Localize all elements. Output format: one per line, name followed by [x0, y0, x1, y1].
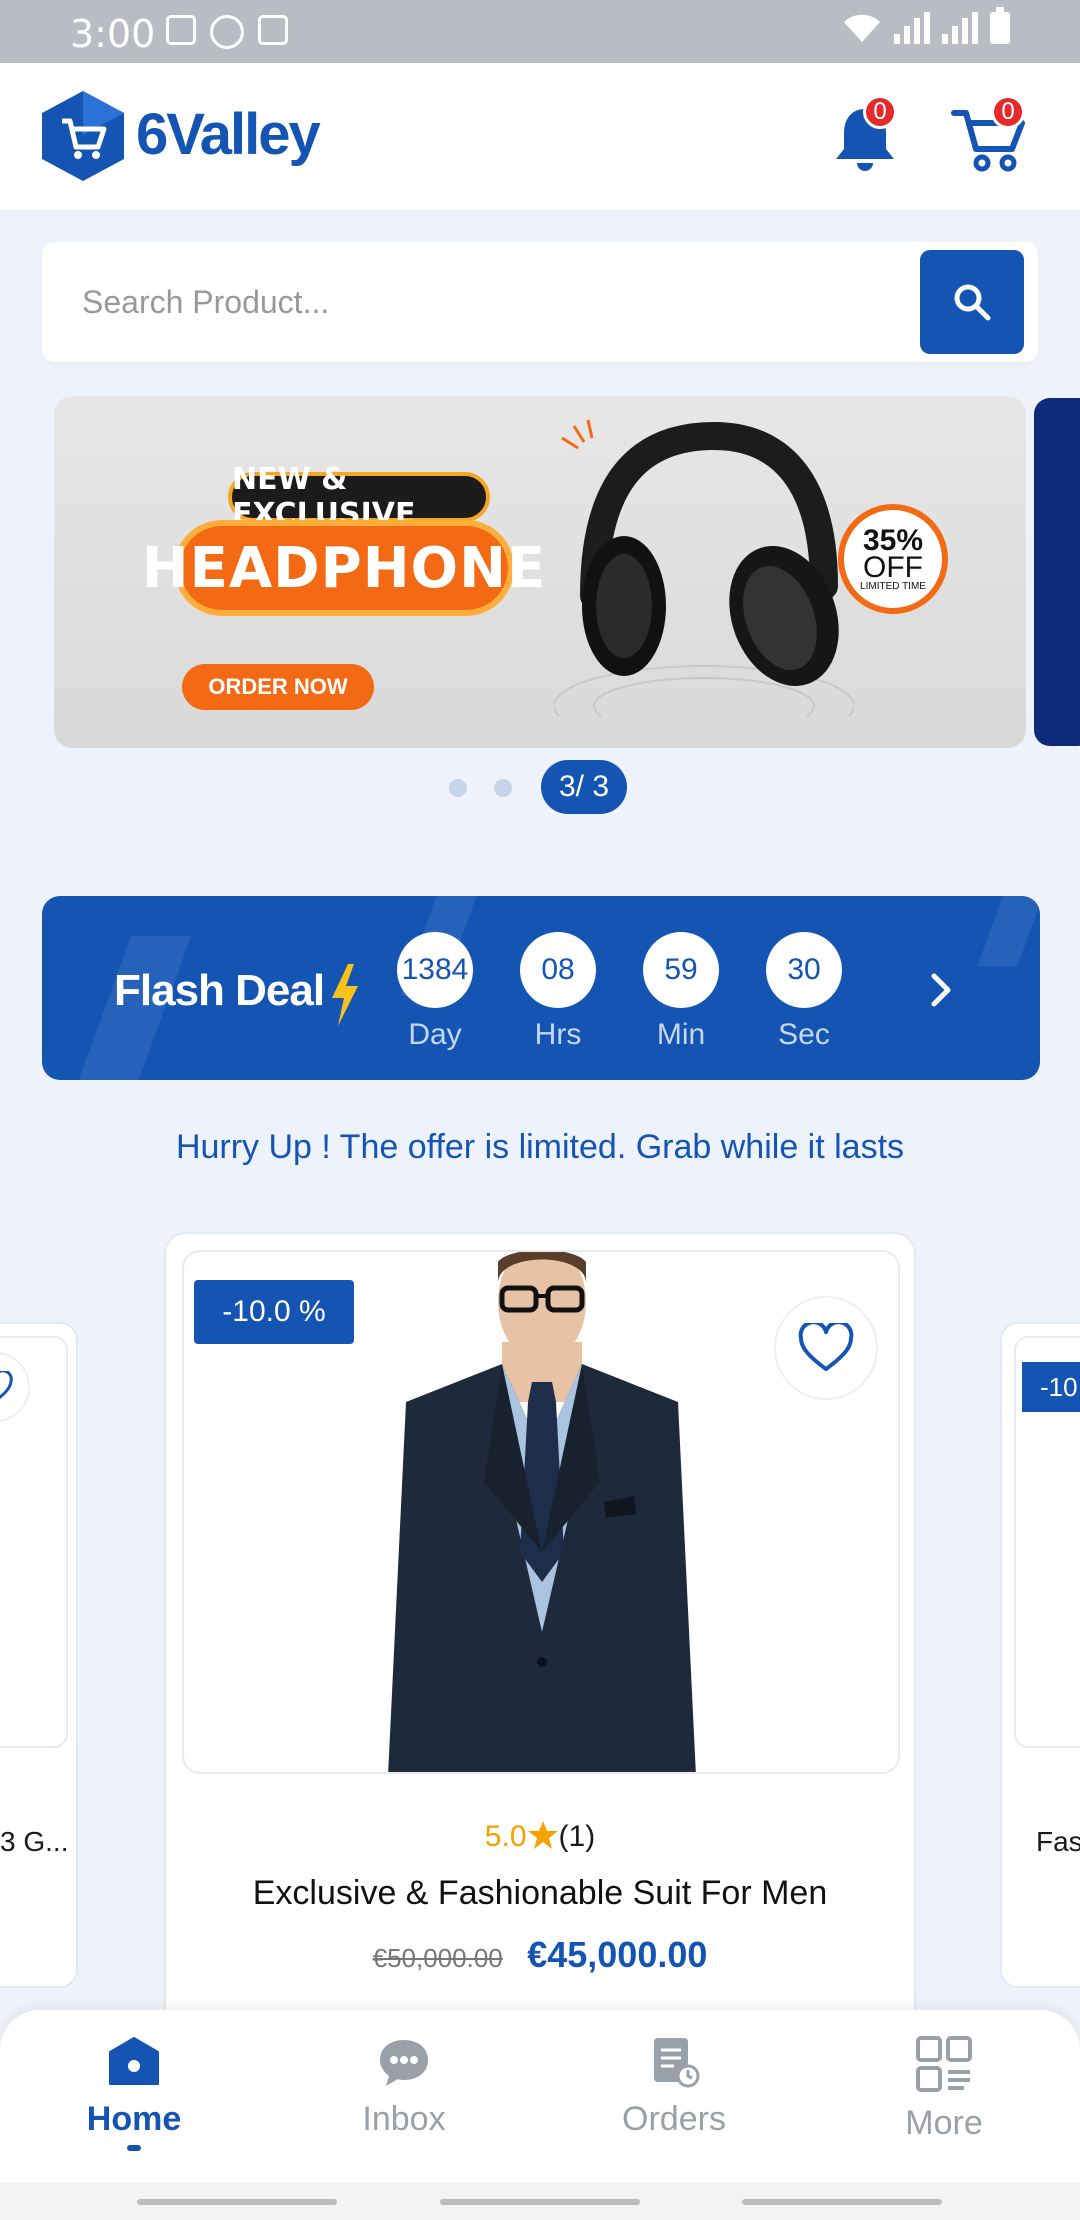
heart-icon [0, 1371, 13, 1400]
carousel-page-indicator: 3/ 3 [541, 760, 627, 814]
status-time: 3:00 [70, 12, 156, 56]
promo-banner[interactable]: NEW & EXCLUSIVE HEADPHONE ORDER NOW 35% … [54, 396, 1026, 748]
carousel-indicator: 3/ 3 [0, 760, 1080, 816]
product-image-frame: -10.0 % [182, 1250, 900, 1774]
timer-seconds: 30 Sec [766, 932, 842, 1052]
product-card-next[interactable]: -10 Fas [1000, 1322, 1080, 1988]
signal-icon [894, 12, 930, 44]
discount-badge: -10.0 % [194, 1280, 354, 1344]
product-rating: 5.0 (1) [166, 1820, 914, 1854]
notification-badge: 0 [863, 95, 897, 129]
banner-tag: NEW & EXCLUSIVE [228, 462, 490, 532]
flash-deal-banner[interactable]: Flash Deal 1384 Day 08 Hrs 59 Min 30 Sec [42, 896, 1040, 1080]
flash-deal-subtitle: Hurry Up ! The offer is limited. Grab wh… [175, 1128, 905, 1166]
home-icon [109, 2037, 159, 2085]
bottom-navigation: Home Inbox Orders More [0, 2010, 1080, 2182]
gesture-handle[interactable] [137, 2199, 337, 2205]
lightning-icon [332, 964, 358, 1026]
screenshot-icon [258, 15, 288, 45]
battery-icon [990, 7, 1010, 44]
app-header: 6Valley 0 0 [0, 63, 1080, 210]
star-icon [527, 1821, 558, 1849]
signal-icon-2 [942, 12, 978, 44]
app-notification-icon [210, 15, 244, 49]
product-price: €50,000.00 €45,000.00 [166, 1934, 914, 1976]
carousel-dot[interactable] [494, 779, 512, 797]
nav-label: Orders [622, 2100, 726, 2138]
discount-badge: -10 [1022, 1362, 1080, 1412]
search-input[interactable] [82, 272, 902, 332]
product-name: Exclusive & Fashionable Suit For Men [252, 1874, 828, 1912]
nav-label: Inbox [362, 2100, 446, 2138]
nav-more[interactable]: More [844, 2034, 1044, 2143]
active-indicator [127, 2145, 141, 2151]
nav-home[interactable]: Home [34, 2034, 234, 2151]
wifi-icon [844, 14, 880, 42]
wishlist-button[interactable] [774, 1296, 878, 1400]
grid-icon [916, 2036, 972, 2092]
original-price: €50,000.00 [372, 1943, 503, 1973]
product-name: Fas [1036, 1826, 1080, 1857]
next-banner-peek[interactable] [1034, 398, 1080, 746]
status-system-icons [842, 7, 1010, 44]
product-card[interactable]: -10.0 % 5.0 (1) Exclusive & Fashionable S… [164, 1232, 916, 2032]
sale-price: €45,000.00 [527, 1934, 708, 1975]
review-count: (1) [558, 1820, 596, 1853]
gallery-icon [166, 15, 196, 45]
timer-hours: 08 Hrs [520, 932, 596, 1052]
chat-icon [380, 2040, 428, 2086]
banner-title: HEADPHONE [142, 520, 545, 616]
cart-badge: 0 [991, 95, 1025, 129]
nav-orders[interactable]: Orders [574, 2034, 774, 2139]
rating-value: 5.0 [484, 1820, 527, 1853]
status-notification-icons [166, 15, 288, 49]
discount-badge: 35% OFF LIMITED TIME [838, 504, 948, 614]
product-card-prev[interactable]: 3 G... [0, 1322, 78, 1988]
nav-label: More [905, 2104, 983, 2142]
gesture-handle[interactable] [742, 2199, 942, 2205]
status-bar: 3:00 [0, 0, 1080, 63]
search-button[interactable] [920, 250, 1024, 354]
timer-minutes: 59 Min [643, 932, 719, 1052]
carousel-dot[interactable] [449, 779, 467, 797]
product-name: 3 G... [0, 1826, 69, 1857]
nav-inbox[interactable]: Inbox [304, 2034, 504, 2139]
headphone-image [554, 419, 854, 716]
flash-deal-title: Flash Deal [114, 966, 325, 1015]
order-now-button[interactable]: ORDER NOW [182, 664, 374, 710]
timer-days: 1384 Day [397, 932, 473, 1052]
orders-icon [654, 2038, 700, 2088]
brand-name: 6Valley [136, 102, 321, 167]
system-gesture-bar [0, 2182, 1080, 2220]
search-bar [42, 242, 1038, 362]
heart-icon [798, 1323, 854, 1371]
chevron-right-icon[interactable] [918, 966, 966, 1014]
logo-cart-icon [42, 91, 124, 181]
decoration [977, 896, 1040, 966]
nav-label: Home [86, 2100, 182, 2138]
gesture-handle[interactable] [440, 2199, 640, 2205]
search-icon [954, 284, 991, 321]
